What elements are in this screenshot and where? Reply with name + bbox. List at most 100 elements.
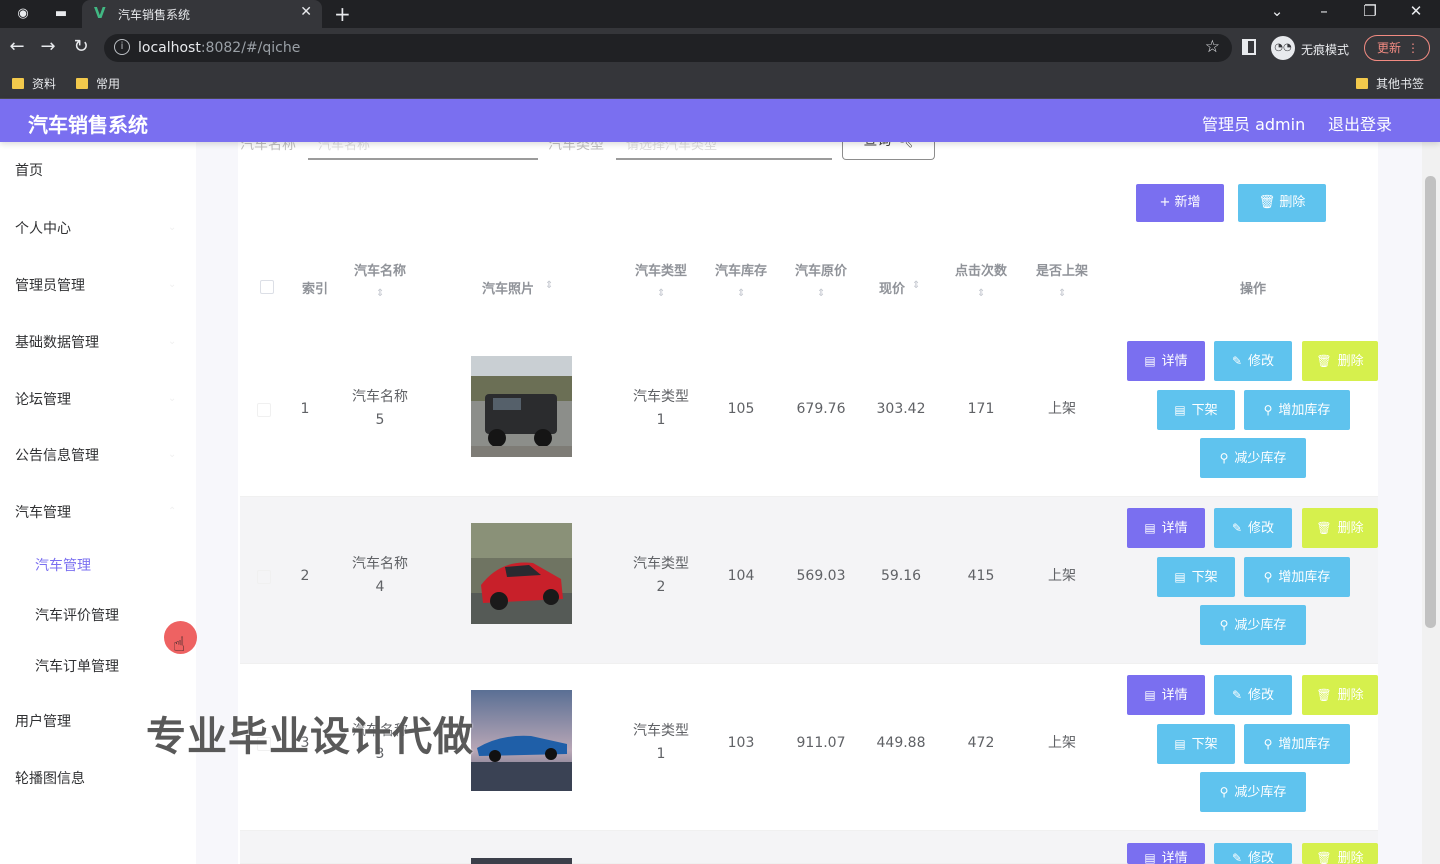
off-shelf-button[interactable]: ▤ 下架 xyxy=(1157,557,1235,597)
bookmark-folder-other[interactable]: 其他书签 xyxy=(1356,75,1424,92)
incognito-icon[interactable]: ◔◔ xyxy=(1271,36,1295,60)
globe-icon[interactable]: ◉ xyxy=(12,4,34,24)
th-clicks[interactable]: 点击次数 xyxy=(948,260,1014,279)
th-original-price[interactable]: 汽车原价 xyxy=(788,260,854,279)
th-price[interactable]: 现价 xyxy=(870,278,914,297)
delete-button[interactable]: 🗑︎ 删除 xyxy=(1302,508,1378,548)
incognito-label: 无痕模式 xyxy=(1301,43,1350,57)
reduce-stock-button[interactable]: ⚲ 减少库存 xyxy=(1200,605,1306,645)
reload-icon[interactable]: ↻ xyxy=(69,36,93,57)
batch-delete-button[interactable]: 🗑︎ 删除 xyxy=(1238,184,1326,222)
edit-button[interactable]: ✎ 修改 xyxy=(1214,843,1292,864)
cell-price: 59.16 xyxy=(880,568,922,584)
detail-button[interactable]: ▤ 详情 xyxy=(1127,843,1205,864)
cell-clicks: 415 xyxy=(967,568,995,584)
trash-icon: 🗑︎ xyxy=(1258,195,1280,210)
url-path: :8082/#/qiche xyxy=(200,40,301,56)
url-text[interactable]: localhost:8082/#/qiche xyxy=(138,40,300,56)
bookmark-folder-ziliao[interactable]: 资料 xyxy=(12,75,56,92)
th-stock[interactable]: 汽车库存 xyxy=(708,260,774,279)
car-photo[interactable] xyxy=(471,858,572,864)
forward-icon[interactable]: → xyxy=(36,36,60,57)
car-photo[interactable] xyxy=(471,690,572,791)
sort-icon[interactable]: ⇕ xyxy=(737,288,745,299)
off-shelf-button[interactable]: ▤ 下架 xyxy=(1157,390,1235,430)
sidebar-subitem-car-manage[interactable]: 汽车管理 xyxy=(35,555,91,575)
sidebar-item-profile[interactable]: 个人中心 xyxy=(15,218,71,238)
url-host: localhost xyxy=(138,40,201,56)
side-panel-icon[interactable] xyxy=(1242,39,1256,55)
detail-button[interactable]: ▤ 详情 xyxy=(1127,675,1205,715)
sidebar-item-cars[interactable]: 汽车管理 xyxy=(15,502,71,522)
edit-button[interactable]: ✎ 修改 xyxy=(1214,675,1292,715)
update-button[interactable]: 更新 ⋮ xyxy=(1364,35,1430,61)
pencil-icon: ✎ xyxy=(1231,521,1243,535)
add-button[interactable]: + 新增 xyxy=(1136,184,1224,222)
window-icon[interactable]: ▬ xyxy=(50,4,72,24)
bookmark-folder-changyong[interactable]: 常用 xyxy=(76,75,120,92)
address-bar[interactable]: i localhost:8082/#/qiche ☆ xyxy=(104,34,1232,62)
cell-name: 汽车名称 4 xyxy=(340,553,420,599)
scrollbar-thumb[interactable] xyxy=(1425,176,1436,628)
sidebar-item-users[interactable]: 用户管理 xyxy=(15,711,71,731)
tab-close-icon[interactable]: ✕ xyxy=(300,4,312,20)
row-checkbox[interactable] xyxy=(257,570,271,584)
sidebar-subitem-car-reviews[interactable]: 汽车评价管理 xyxy=(35,605,119,625)
edit-button[interactable]: ✎ 修改 xyxy=(1214,341,1292,381)
sort-icon[interactable]: ⇕ xyxy=(657,288,665,299)
bookmark-star-icon[interactable]: ☆ xyxy=(1205,37,1220,57)
select-all-checkbox[interactable] xyxy=(260,280,274,294)
add-stock-button[interactable]: ⚲ 增加库存 xyxy=(1244,724,1350,764)
detail-label: 详情 xyxy=(1161,521,1188,536)
car-photo[interactable] xyxy=(471,523,572,624)
sidebar-item-carousel[interactable]: 轮播图信息 xyxy=(15,768,85,788)
th-name[interactable]: 汽车名称 xyxy=(340,260,420,279)
sidebar-subitem-car-orders[interactable]: 汽车订单管理 xyxy=(35,656,119,676)
reduce-stock-button[interactable]: ⚲ 减少库存 xyxy=(1200,772,1306,812)
th-type[interactable]: 汽车类型 xyxy=(628,260,694,279)
tab-search-icon[interactable]: ⌄ xyxy=(1262,2,1292,20)
sort-icon[interactable]: ⇕ xyxy=(817,288,825,299)
browser-tab[interactable]: V 汽车销售系统 ✕ xyxy=(82,0,322,28)
add-stock-button[interactable]: ⚲ 增加库存 xyxy=(1244,390,1350,430)
off-shelf-label: 下架 xyxy=(1191,737,1218,752)
add-label: 新增 xyxy=(1174,195,1201,210)
sidebar-item-forum[interactable]: 论坛管理 xyxy=(15,389,71,409)
minimize-icon[interactable]: – xyxy=(1309,2,1339,20)
back-icon[interactable]: ← xyxy=(5,36,29,57)
detail-button[interactable]: ▤ 详情 xyxy=(1127,508,1205,548)
cell-type-text: 汽车类型 xyxy=(633,556,689,572)
delete-button[interactable]: 🗑︎ 删除 xyxy=(1302,843,1378,864)
car-photo[interactable] xyxy=(471,356,572,457)
detail-button[interactable]: ▤ 详情 xyxy=(1127,341,1205,381)
cell-stock: 104 xyxy=(727,568,755,584)
new-tab-icon[interactable]: + xyxy=(334,2,351,26)
sidebar-item-admins[interactable]: 管理员管理 xyxy=(15,275,85,295)
logout-link[interactable]: 退出登录 xyxy=(1328,111,1392,135)
update-label: 更新 xyxy=(1377,41,1402,55)
th-index[interactable]: 索引 xyxy=(300,278,330,297)
close-window-icon[interactable]: ✕ xyxy=(1401,2,1431,20)
row-checkbox[interactable] xyxy=(257,403,271,417)
sidebar-item-notices[interactable]: 公告信息管理 xyxy=(15,445,99,465)
sidebar-item-home[interactable]: 首页 xyxy=(15,160,43,180)
off-shelf-button[interactable]: ▤ 下架 xyxy=(1157,724,1235,764)
sort-icon[interactable]: ⇕ xyxy=(376,288,384,299)
th-photo[interactable]: 汽车照片 xyxy=(476,278,540,297)
sort-icon[interactable]: ⇕ xyxy=(1058,288,1066,299)
site-info-icon[interactable]: i xyxy=(114,39,130,55)
folder-icon xyxy=(76,78,88,89)
restore-icon[interactable]: ❐ xyxy=(1355,2,1385,20)
sort-icon[interactable]: ⇕ xyxy=(545,280,553,291)
sidebar-item-basedata[interactable]: 基础数据管理 xyxy=(15,332,99,352)
th-on-shelf[interactable]: 是否上架 xyxy=(1029,260,1095,279)
reduce-stock-button[interactable]: ⚲ 减少库存 xyxy=(1200,438,1306,478)
edit-button[interactable]: ✎ 修改 xyxy=(1214,508,1292,548)
add-stock-button[interactable]: ⚲ 增加库存 xyxy=(1244,557,1350,597)
edit-label: 修改 xyxy=(1248,688,1275,703)
sort-icon[interactable]: ⇕ xyxy=(977,288,985,299)
sort-icon[interactable]: ⇕ xyxy=(912,280,920,291)
delete-button[interactable]: 🗑︎ 删除 xyxy=(1302,675,1378,715)
trash-icon: 🗑︎ xyxy=(1316,354,1332,368)
delete-button[interactable]: 🗑︎ 删除 xyxy=(1302,341,1378,381)
